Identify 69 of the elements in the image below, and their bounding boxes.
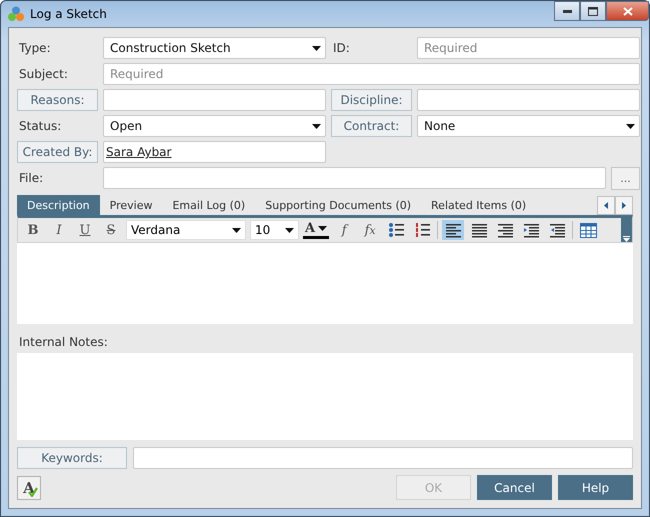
created-by-field[interactable]: Sara Aybar bbox=[103, 141, 326, 163]
font-color-button[interactable]: A bbox=[303, 222, 330, 238]
underline-button[interactable]: U bbox=[74, 220, 96, 240]
created-by-button[interactable]: Created By: bbox=[17, 141, 98, 163]
bullet-list-icon bbox=[388, 222, 405, 238]
subject-field[interactable]: Required bbox=[103, 63, 640, 85]
minimize-icon bbox=[562, 10, 572, 12]
caret-icon bbox=[312, 46, 321, 50]
italic-button[interactable]: I bbox=[48, 220, 70, 240]
right-arrow-icon bbox=[622, 202, 626, 208]
contract-button[interactable]: Contract: bbox=[331, 115, 412, 137]
dialog-button[interactable]: Help bbox=[558, 475, 633, 500]
reasons-button[interactable]: Reasons: bbox=[17, 89, 98, 111]
close-button[interactable] bbox=[606, 1, 649, 21]
tab[interactable]: Related Items (0) bbox=[421, 195, 536, 215]
caret-icon bbox=[312, 124, 321, 128]
align-left-icon bbox=[444, 222, 462, 238]
user-link[interactable]: Sara Aybar bbox=[106, 145, 172, 159]
bold-button[interactable]: B bbox=[22, 220, 44, 240]
font-select[interactable]: Verdana bbox=[126, 220, 246, 240]
outdent-icon bbox=[548, 222, 566, 238]
minimize-button[interactable] bbox=[554, 1, 580, 21]
font-size-select[interactable]: 10 bbox=[250, 220, 299, 240]
caret-icon bbox=[626, 124, 635, 128]
indent-icon bbox=[522, 222, 540, 238]
keywords-button[interactable]: Keywords: bbox=[17, 447, 127, 469]
id-field[interactable]: Required bbox=[417, 37, 640, 59]
browse-button[interactable]: ... bbox=[611, 167, 640, 190]
scroll-left-button[interactable] bbox=[597, 196, 615, 214]
type-select[interactable]: Construction Sketch bbox=[103, 37, 326, 59]
caret-icon bbox=[623, 236, 630, 242]
caret-icon bbox=[285, 228, 294, 232]
file-field[interactable] bbox=[103, 167, 606, 189]
align-left-button[interactable] bbox=[442, 220, 464, 240]
dialog-button[interactable]: Cancel bbox=[477, 475, 552, 500]
field-label: File: bbox=[18, 171, 44, 185]
discipline-field[interactable] bbox=[417, 89, 640, 111]
internal-notes-label: Internal Notes: bbox=[18, 335, 109, 349]
toolbar-overflow-button[interactable] bbox=[621, 218, 632, 242]
spellcheck-button[interactable]: A bbox=[17, 476, 41, 500]
align-right-icon bbox=[496, 222, 514, 238]
scroll-right-button[interactable] bbox=[615, 196, 633, 214]
app-logo-icon bbox=[8, 6, 24, 22]
window-title: Log a Sketch bbox=[30, 7, 108, 21]
field-label: Subject: bbox=[18, 67, 69, 81]
tab[interactable]: Email Log (0) bbox=[162, 195, 256, 215]
strikethrough-button[interactable]: S bbox=[100, 220, 122, 240]
maximize-button[interactable] bbox=[580, 1, 606, 21]
table-icon bbox=[580, 222, 597, 238]
maximize-icon bbox=[588, 6, 598, 16]
field-label: ID: bbox=[332, 41, 351, 55]
reasons-field[interactable] bbox=[103, 89, 326, 111]
field-label: Type: bbox=[18, 41, 52, 55]
caret-icon bbox=[232, 228, 241, 232]
keywords-field[interactable] bbox=[133, 447, 633, 469]
justify-icon bbox=[470, 222, 488, 238]
field-label: Status: bbox=[18, 119, 62, 133]
discipline-button[interactable]: Discipline: bbox=[331, 89, 412, 111]
left-arrow-icon bbox=[604, 202, 608, 208]
table-button[interactable] bbox=[577, 220, 600, 240]
formula-button[interactable]: f bbox=[333, 220, 356, 240]
caret-icon bbox=[318, 226, 328, 231]
status-select[interactable]: Open bbox=[103, 115, 326, 137]
numbered-list-icon bbox=[414, 222, 431, 238]
tab[interactable]: Description bbox=[17, 195, 100, 215]
tab[interactable]: Supporting Documents (0) bbox=[255, 195, 422, 215]
close-icon bbox=[622, 6, 632, 16]
contract-select[interactable]: None bbox=[417, 115, 640, 137]
tab[interactable]: Preview bbox=[100, 195, 162, 215]
